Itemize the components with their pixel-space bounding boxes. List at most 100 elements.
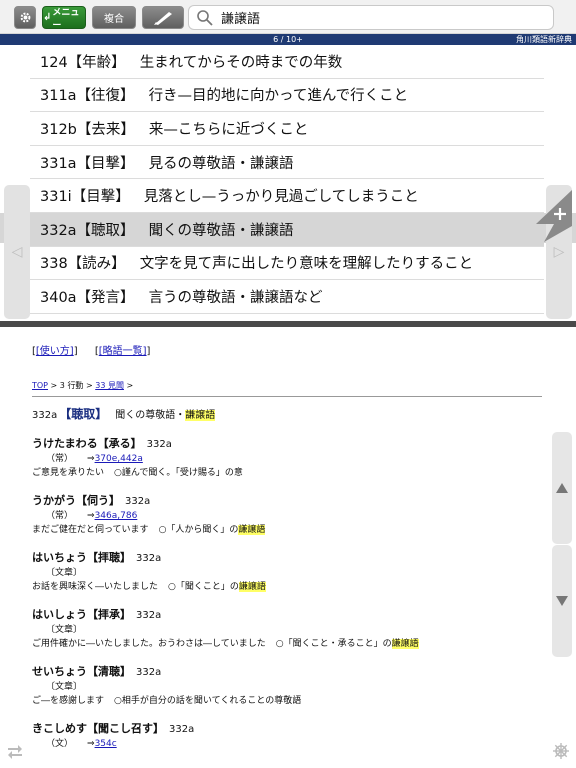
word-entry: せいちょう【清聴】 332a 〔文章〕 ご―を感謝します ○相手が自分の話を聞いてく… [32,665,542,708]
entry-ex: ご―を感謝します [32,696,105,706]
pen-icon [154,11,172,25]
gear-icon [20,12,30,23]
result-text: 見落とし—うっかり見過ごしてしまうこと [143,189,419,206]
result-code: 312b【去来】 [40,121,135,138]
entry-title: うかがう【伺う】 332a [32,494,542,509]
usage-link-text[interactable]: [使い方] [36,346,74,357]
result-text: 行き—目的地に向かって進んで行くこと [148,88,409,105]
entry-num: 332a [136,610,162,621]
entry-ex: ご用件確かに―いたしました。おうわさは―していました [32,639,266,649]
menu-button-label: メニュー [52,7,80,31]
search-input[interactable] [221,10,521,25]
entry-label: 〔文章〕 [46,625,83,635]
entry-note: ○「聞くこと」の [168,582,239,592]
entry-note-highlight: 謙譲語 [238,582,266,592]
entry-label-line: （常） ⇒370e,442a [32,452,542,466]
pane-divider[interactable] [0,321,576,327]
heading-bracket: 【聴取】 [59,407,108,421]
entry-example: ご用件確かに―いたしました。おうわさは―していました ○「聞くこと・承ること」の謙… [32,637,542,651]
result-code: 124【年齢】 [40,54,126,71]
result-text: 文字を見て声に出したり意味を理解したりすること [139,256,474,273]
result-code: 338【読み】 [40,256,126,273]
result-row-selected[interactable]: 332a【聴取】 聞くの尊敬語・謙譲語 [30,212,544,247]
result-row[interactable]: 124【年齢】 生まれてからその時までの年数 [30,45,544,79]
result-row[interactable]: 338【読み】 文字を見て声に出したり意味を理解したりすること [30,247,544,281]
help-links: [[使い方]] [[略語一覧]] [32,345,542,359]
entry-label-line: （常） ⇒346a,786 [32,509,542,523]
entry-title: せいちょう【清聴】 332a [32,665,542,680]
entry-label: （常） [46,454,74,464]
result-row[interactable]: 340a【発言】 言うの尊敬語・謙譲語など [30,280,544,314]
entry-word: きこしめす【聞こし召す】 [32,722,164,735]
entry-label: 〔文章〕 [46,568,83,578]
scroll-down-button[interactable] [552,545,572,657]
compound-search-button[interactable]: 複合 [92,6,136,29]
word-entry: うけたまわる【承る】 332a （常） ⇒370e,442a ご意見を承りたい ○謹ん… [32,437,542,480]
chevron-right-icon: ▷ [553,244,565,260]
arrow-icon: ⇒ [87,511,95,521]
entry-label: （常） [46,511,74,521]
previous-page-button[interactable]: ◁ [4,185,30,319]
entry-ref-link[interactable]: 346a,786 [95,511,138,521]
heading-highlight: 謙譲語 [185,410,216,421]
word-entry: うかがう【伺う】 332a （常） ⇒346a,786 まだご健在だと伺っています ○… [32,494,542,537]
entry-ref-link[interactable]: 370e,442a [95,454,143,464]
result-code: 331i【目撃】 [40,189,130,206]
add-bookmark-button[interactable] [532,186,572,242]
result-text: 聞くの尊敬語・謙譲語 [148,222,294,239]
chevron-left-icon: ◁ [11,244,23,260]
dictionary-name: 角川類語新辞典 [516,35,572,44]
breadcrumb-top[interactable]: TOP [32,381,48,390]
result-row[interactable]: 331i【目撃】 見落とし—うっかり見過ごしてしまうこと [30,179,544,213]
entry-ref-link[interactable]: 354c [95,739,117,749]
entry-example: まだご健在だと伺っています ○「人から聞く」の謙譲語 [32,523,542,537]
result-code: 311a【往復】 [40,88,135,105]
result-count: 6 / 10+ [273,35,303,44]
breadcrumb-section[interactable]: 33 見聞 [95,381,124,390]
entry-label-line: 〔文章〕 [32,623,542,637]
detail-pane: [[使い方]] [[略語一覧]] TOP > 3 行動 > 33 見聞 > 33… [32,345,542,768]
helm-wheel-icon[interactable] [552,742,570,760]
menu-arrow-icon: ↲ [43,12,52,23]
breadcrumb: TOP > 3 行動 > 33 見聞 > [32,379,542,397]
result-code: 331a【目撃】 [40,155,135,172]
settings-gear-button[interactable] [14,6,36,29]
entry-example: お話を興味深く―いたしました ○「聞くこと」の謙譲語 [32,580,542,594]
entry-word: はいちょう【拝聴】 [32,551,131,564]
result-row[interactable]: 311a【往復】 行き—目的地に向かって進んで行くこと [30,79,544,113]
abbrev-link-text[interactable]: [略語一覧] [99,346,147,357]
entry-word: せいちょう【清聴】 [32,665,131,678]
menu-button[interactable]: ↲ メニュー [42,6,86,31]
entry-word: はいしょう【拝承】 [32,608,131,621]
usage-link[interactable]: [[使い方]] [32,346,78,357]
entry-num: 332a [169,724,195,735]
entry-example: ご―を感謝します ○相手が自分の話を聞いてくれることの尊敬語 [32,694,542,708]
result-code: 340a【発言】 [40,289,135,306]
abbrev-link[interactable]: [[略語一覧]] [95,346,151,357]
results-list: 124【年齢】 生まれてからその時までの年数 311a【往復】 行き—目的地に向かっ… [30,45,544,314]
entry-title: はいちょう【拝聴】 332a [32,551,542,566]
search-icon [197,9,213,26]
entry-title: きこしめす【聞こし召す】 332a [32,722,542,737]
entry-ex: まだご健在だと伺っています [32,525,149,535]
entry-num: 332a [136,553,162,564]
result-code: 332a【聴取】 [40,222,135,239]
swap-arrows-icon[interactable] [6,742,24,760]
word-entry: きこしめす【聞こし召す】 332a （文） ⇒354c [32,722,542,751]
handwriting-button[interactable] [142,6,184,29]
result-text: 生まれてからその時までの年数 [139,54,343,71]
entry-num: 332a [125,496,151,507]
result-row[interactable]: 331a【目撃】 見るの尊敬語・謙譲語 [30,146,544,180]
entry-num: 332a [136,667,162,678]
breadcrumb-sep: > [123,381,134,390]
triangle-down-icon [556,596,568,606]
entry-example: ご意見を承りたい ○謹んで聞く。「受け賜る」の意 [32,466,542,480]
result-row[interactable]: 312b【去来】 来—こちらに近づくこと [30,112,544,146]
arrow-icon: ⇒ [87,739,95,749]
word-entry: はいちょう【拝聴】 332a 〔文章〕 お話を興味深く―いたしました ○「聞くこと」… [32,551,542,594]
scroll-up-button[interactable] [552,432,572,544]
entry-note-highlight: 謙譲語 [238,525,266,535]
search-field[interactable] [188,5,554,30]
entry-label-line: （文） ⇒354c [32,737,542,751]
entry-ex: お話を興味深く―いたしました [32,582,159,592]
